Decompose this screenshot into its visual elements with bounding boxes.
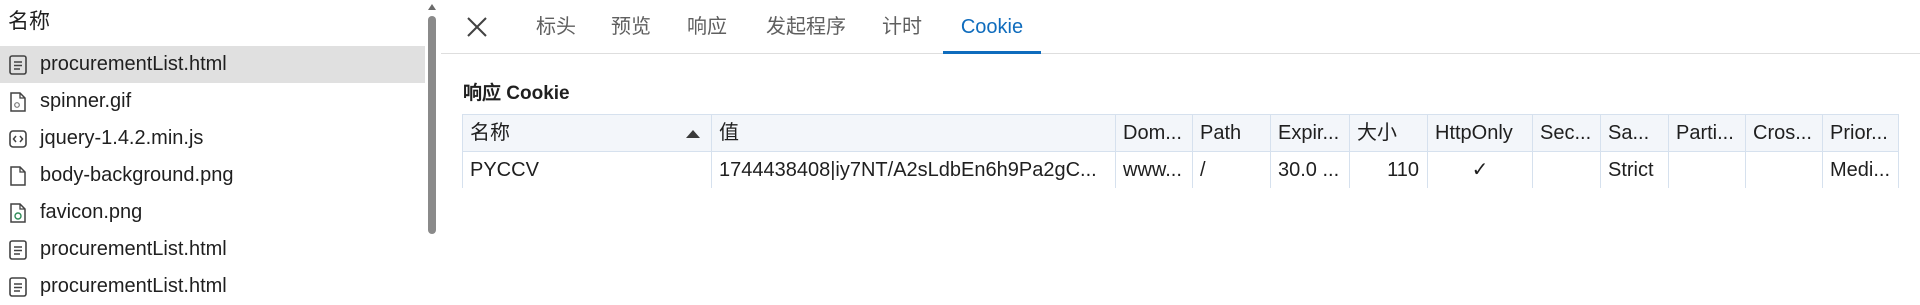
cookie-partition-key-cell <box>1669 152 1746 188</box>
cookie-secure-cell <box>1533 152 1601 188</box>
cookie-path-cell: / <box>1193 152 1271 188</box>
column-header-size[interactable]: 大小 <box>1350 115 1428 151</box>
request-name: jquery-1.4.2.min.js <box>40 127 204 149</box>
tab-initiator[interactable]: 发起程序 <box>761 0 851 53</box>
cookie-samesite-cell: Strict <box>1601 152 1669 188</box>
column-header-secure[interactable]: Sec... <box>1533 115 1601 151</box>
devtools-network-panel: 名称 procurementList.html spinner.gif jque… <box>0 0 1920 305</box>
sort-ascending-icon <box>686 130 700 138</box>
request-name: procurementList.html <box>40 53 227 75</box>
cookie-value-cell: 1744438408|iy7NT/A2sLdbEn6h9Pa2gC... <box>712 152 1116 188</box>
request-name: procurementList.html <box>40 275 227 297</box>
cookie-httponly-cell: ✓ <box>1428 152 1533 188</box>
image-file-icon <box>10 91 26 112</box>
tab-preview[interactable]: 预览 <box>606 0 656 53</box>
file-icon <box>10 165 26 186</box>
details-tabbar: 标头 预览 响应 发起程序 计时 Cookie <box>441 0 1920 54</box>
cookie-size-cell: 110 <box>1350 152 1428 188</box>
tab-headers[interactable]: 标头 <box>531 0 581 53</box>
request-list-pane: 名称 procurementList.html spinner.gif jque… <box>0 0 440 305</box>
request-row-procurementlist-html[interactable]: procurementList.html <box>0 231 425 268</box>
script-file-icon <box>9 129 27 148</box>
request-row-jquery-js[interactable]: jquery-1.4.2.min.js <box>0 120 425 157</box>
column-header-value[interactable]: 值 <box>712 115 1116 151</box>
request-list-scrollbar[interactable] <box>425 0 440 305</box>
column-header-name[interactable]: 名称 <box>463 115 712 151</box>
column-header-cross-site[interactable]: Cros... <box>1746 115 1823 151</box>
request-row-favicon-png[interactable]: favicon.png <box>0 194 425 231</box>
tab-timing[interactable]: 计时 <box>877 0 927 53</box>
request-name: procurementList.html <box>40 238 227 260</box>
tab-response[interactable]: 响应 <box>682 0 732 53</box>
column-header-domain[interactable]: Dom... <box>1116 115 1193 151</box>
column-header-httponly[interactable]: HttpOnly <box>1428 115 1533 151</box>
request-name: body-background.png <box>40 164 234 186</box>
column-header-samesite[interactable]: Sa... <box>1601 115 1669 151</box>
cookie-cross-site-cell <box>1746 152 1823 188</box>
cookie-expires-cell: 30.0 ... <box>1271 152 1350 188</box>
request-name: favicon.png <box>40 201 143 223</box>
close-icon[interactable] <box>462 12 492 42</box>
request-row-body-background-png[interactable]: body-background.png <box>0 157 425 194</box>
cookie-priority-cell: Medi... <box>1830 159 1891 181</box>
cookie-domain-cell: www... <box>1116 152 1193 188</box>
scroll-up-arrow-icon[interactable] <box>428 4 436 10</box>
active-tab-indicator <box>943 51 1041 54</box>
document-icon <box>9 276 27 297</box>
cookie-table-header: 名称 值 Dom... Path Expir... 大小 HttpOnly Se… <box>463 115 1898 152</box>
scrollbar-thumb[interactable] <box>428 16 436 234</box>
column-header-priority[interactable]: Prior... <box>1823 115 1899 151</box>
column-header-path[interactable]: Path <box>1193 115 1271 151</box>
request-row-procurementlist-html[interactable]: procurementList.html <box>0 46 425 83</box>
tab-cookies[interactable]: Cookie <box>943 0 1041 53</box>
cookie-table: 名称 值 Dom... Path Expir... 大小 HttpOnly Se… <box>462 114 1899 188</box>
cookie-name-cell: PYCCV <box>463 152 712 188</box>
response-cookies-heading: 响应 Cookie <box>463 83 570 104</box>
request-row-spinner-gif[interactable]: spinner.gif <box>0 83 425 120</box>
document-icon <box>9 239 27 260</box>
request-row-procurementlist-html[interactable]: procurementList.html <box>0 268 425 305</box>
table-row[interactable]: PYCCV 1744438408|iy7NT/A2sLdbEn6h9Pa2gC.… <box>463 152 1898 188</box>
request-list: procurementList.html spinner.gif jquery- <box>0 46 425 305</box>
request-name: spinner.gif <box>40 90 132 112</box>
image-file-icon <box>10 202 26 223</box>
request-details-pane: 标头 预览 响应 发起程序 计时 Cookie 响应 Cookie 名称 值 D… <box>441 0 1920 305</box>
column-header-expires[interactable]: Expir... <box>1271 115 1350 151</box>
name-column-header[interactable]: 名称 <box>0 4 425 40</box>
column-header-partition-key[interactable]: Parti... <box>1669 115 1746 151</box>
document-icon <box>9 54 27 75</box>
